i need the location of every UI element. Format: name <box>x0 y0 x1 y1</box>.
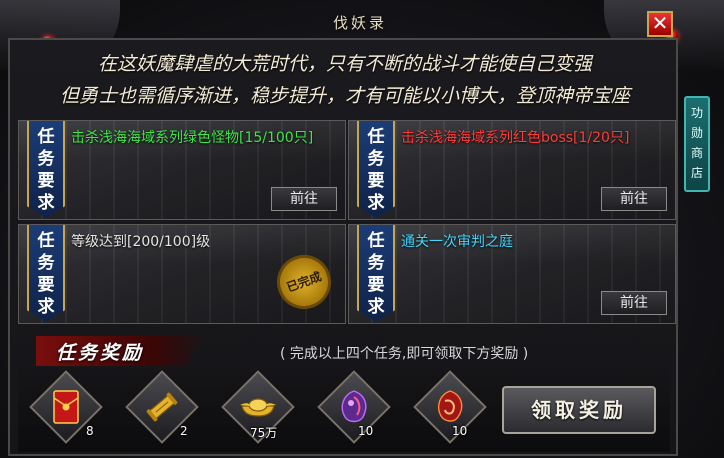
go-button[interactable]: 前往 <box>271 187 337 211</box>
close-button[interactable]: ✕ <box>647 11 673 37</box>
red-envelope-icon <box>43 384 89 430</box>
merit-shop-char: 商 <box>690 146 703 160</box>
claim-reward-button[interactable]: 领取奖励 <box>502 386 656 434</box>
ribbon-char: 要 <box>367 275 385 295</box>
ribbon-char: 任 <box>367 127 385 147</box>
task-card: 任 务 要 求 通关一次审判之庭 前往 <box>348 224 676 324</box>
task-description: 击杀浅海海域系列红色boss[1/20只] <box>401 130 630 146</box>
golden-scroll-icon <box>139 384 185 430</box>
ribbon-char: 务 <box>367 149 385 169</box>
ribbon-char: 任 <box>37 231 55 251</box>
ribbon-char: 要 <box>367 171 385 191</box>
task-card: 任 务 要 求 击杀浅海海域系列绿色怪物[15/100只] 前往 <box>18 120 346 220</box>
reward-title: 任务奖励 <box>56 342 145 364</box>
intro-line-1: 在这妖魔肆虐的大荒时代，只有不断的战斗才能使自己变强 <box>97 53 592 75</box>
task-requirement-ribbon: 任 务 要 求 <box>27 121 65 218</box>
ribbon-char: 务 <box>37 149 55 169</box>
go-button[interactable]: 前往 <box>601 291 667 315</box>
ribbon-char: 任 <box>37 127 55 147</box>
reward-count: 75万 <box>250 426 278 440</box>
merit-shop-char: 勋 <box>690 126 703 140</box>
task-requirement-ribbon: 任 务 要 求 <box>27 225 65 322</box>
ribbon-char: 要 <box>37 275 55 295</box>
reward-count: 10 <box>452 424 468 438</box>
task-card: 任 务 要 求 击杀浅海海域系列红色boss[1/20只] 前往 <box>348 120 676 220</box>
go-button[interactable]: 前往 <box>601 187 667 211</box>
ribbon-char: 任 <box>367 231 385 251</box>
ribbon-char: 务 <box>367 253 385 273</box>
reward-note: ( 完成以上四个任务,即可领取下方奖励 ) <box>280 346 529 362</box>
window-title: 伐妖录 <box>332 14 387 32</box>
task-requirement-ribbon: 任 务 要 求 <box>357 225 395 322</box>
task-card: 任 务 要 求 等级达到[200/100]级 已完成 <box>18 224 346 324</box>
task-requirement-ribbon: 任 务 要 求 <box>357 121 395 218</box>
reward-count: 10 <box>358 424 374 438</box>
task-description: 通关一次审判之庭 <box>401 234 513 250</box>
merit-shop-char: 功 <box>690 106 703 120</box>
intro-text: 在这妖魔肆虐的大荒时代，只有不断的战斗才能使自己变强 但勇士也需循序渐进，稳步提… <box>30 48 660 112</box>
reward-count: 2 <box>180 424 188 438</box>
ribbon-char: 要 <box>37 171 55 191</box>
merit-shop-char: 店 <box>690 166 703 180</box>
merit-shop-tab[interactable]: 功 勋 商 店 <box>684 96 710 192</box>
task-description: 等级达到[200/100]级 <box>71 234 211 250</box>
ribbon-char: 务 <box>37 253 55 273</box>
task-description: 击杀浅海海域系列绿色怪物[15/100只] <box>71 130 314 146</box>
intro-line-2: 但勇士也需循序渐进，稳步提升，才有可能以小博大，登顶神帝宝座 <box>59 85 630 107</box>
title-bar: 伐妖录 <box>60 10 660 36</box>
reward-count: 8 <box>86 424 94 438</box>
